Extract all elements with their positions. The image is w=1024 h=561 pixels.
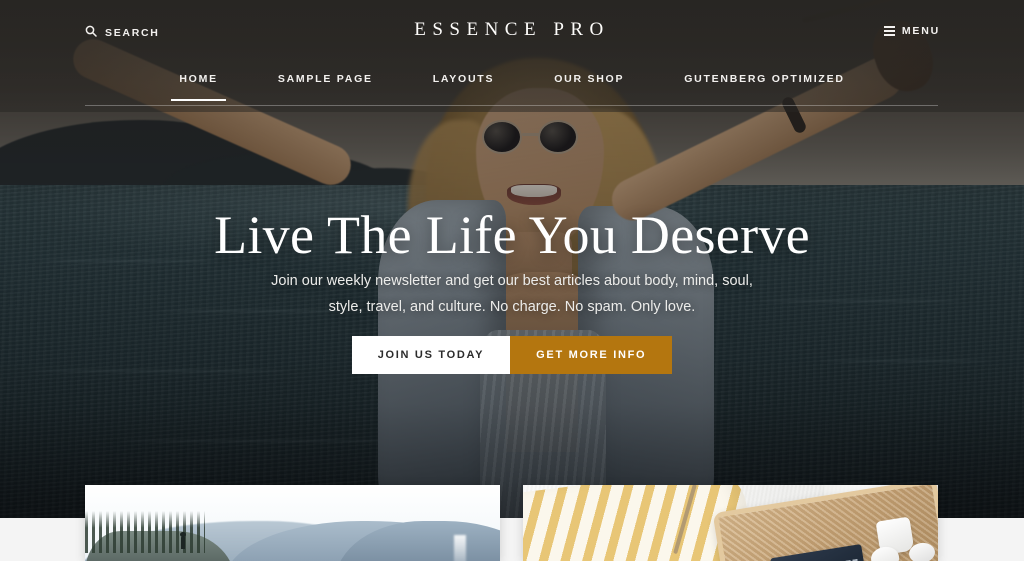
header-top-row: SEARCH ESSENCE PRO MENU <box>0 0 1024 68</box>
menu-label: MENU <box>901 25 940 37</box>
primary-navigation: HOME SAMPLE PAGE LAYOUTS OUR SHOP GUTENB… <box>0 68 1024 105</box>
card-left-waterfall <box>454 535 466 561</box>
card-left-trees <box>85 511 205 553</box>
site-title[interactable]: ESSENCE PRO <box>0 19 1024 41</box>
nav-item-our-shop[interactable]: OUR SHOP <box>524 68 654 101</box>
page-root: SEARCH ESSENCE PRO MENU HOME SAMPLE PAGE… <box>0 0 1024 561</box>
nav-item-sample-page[interactable]: SAMPLE PAGE <box>248 68 403 101</box>
hero-title: Live The Life You Deserve <box>214 205 810 265</box>
site-header: SEARCH ESSENCE PRO MENU HOME SAMPLE PAGE… <box>0 0 1024 105</box>
get-more-info-button[interactable]: GET MORE INFO <box>510 336 673 374</box>
nav-item-layouts[interactable]: LAYOUTS <box>403 68 524 101</box>
hero-subtitle-line-2: style, travel, and culture. No charge. N… <box>328 299 696 315</box>
hero-subtitle: Join our weekly newsletter and get our b… <box>0 268 1024 320</box>
header-divider <box>85 105 938 106</box>
menu-button[interactable]: MENU <box>883 25 940 37</box>
nav-item-gutenberg-optimized[interactable]: GUTENBERG OPTIMIZED <box>654 68 874 101</box>
hero-cta-group: JOIN US TODAY GET MORE INFO <box>0 336 1024 374</box>
hero-subtitle-line-1: Join our weekly newsletter and get our b… <box>271 273 753 289</box>
hero-section: SEARCH ESSENCE PRO MENU HOME SAMPLE PAGE… <box>0 0 1024 518</box>
featured-card-left[interactable] <box>85 485 500 561</box>
nav-item-home[interactable]: HOME <box>149 68 248 101</box>
featured-card-right[interactable] <box>523 485 938 561</box>
card-left-hiker <box>180 532 186 549</box>
hamburger-icon <box>883 26 895 36</box>
join-us-today-button[interactable]: JOIN US TODAY <box>351 336 511 374</box>
